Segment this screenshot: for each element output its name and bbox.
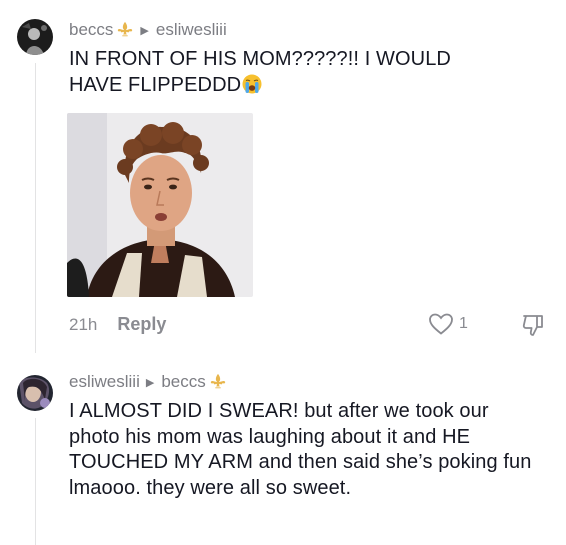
thread-line xyxy=(35,63,36,353)
comment-header: beccs ▶ esliwesliii xyxy=(69,20,227,40)
avatar[interactable] xyxy=(17,19,53,55)
author-name[interactable]: beccs xyxy=(69,20,113,40)
heart-outline-icon xyxy=(429,313,453,335)
reply-to-name[interactable]: esliwesliii xyxy=(156,20,227,40)
reply-button[interactable]: Reply xyxy=(117,314,166,335)
loudly-crying-face-icon xyxy=(242,74,262,93)
comment-text: I ALMOST DID I SWEAR! but after we took … xyxy=(69,399,541,501)
triangle-right-icon: ▶ xyxy=(145,376,155,389)
author-name[interactable]: esliwesliii xyxy=(69,372,140,392)
reply-to-name[interactable]: beccs xyxy=(161,372,205,392)
attached-photo[interactable] xyxy=(67,113,253,297)
dislike-button[interactable] xyxy=(521,313,545,344)
comment-header: esliwesliii ▶ beccs xyxy=(69,372,227,392)
avatar[interactable] xyxy=(17,375,53,411)
like-button[interactable]: 1 xyxy=(428,312,468,336)
like-count: 1 xyxy=(459,315,468,332)
comment-time: 21h xyxy=(69,314,98,334)
comment-body: I ALMOST DID I SWEAR! but after we took … xyxy=(69,400,532,499)
thumb-down-outline-icon xyxy=(522,315,543,336)
thread-line xyxy=(35,418,36,545)
comment-beccs: beccs ▶ esliwesliii IN FRONT OF HIS MOM?… xyxy=(0,0,566,360)
triangle-right-icon: ▶ xyxy=(140,24,149,37)
comment-text: IN FRONT OF HIS MOM?????!! I WOULD HAVE … xyxy=(69,47,509,98)
comment-meta: 21h Reply xyxy=(69,314,166,335)
comment-esliwesliii: esliwesliii ▶ beccs I ALMOST DID I SWEAR… xyxy=(0,360,566,545)
fleur-de-lis-icon xyxy=(210,373,225,389)
fleur-de-lis-icon xyxy=(118,21,133,37)
